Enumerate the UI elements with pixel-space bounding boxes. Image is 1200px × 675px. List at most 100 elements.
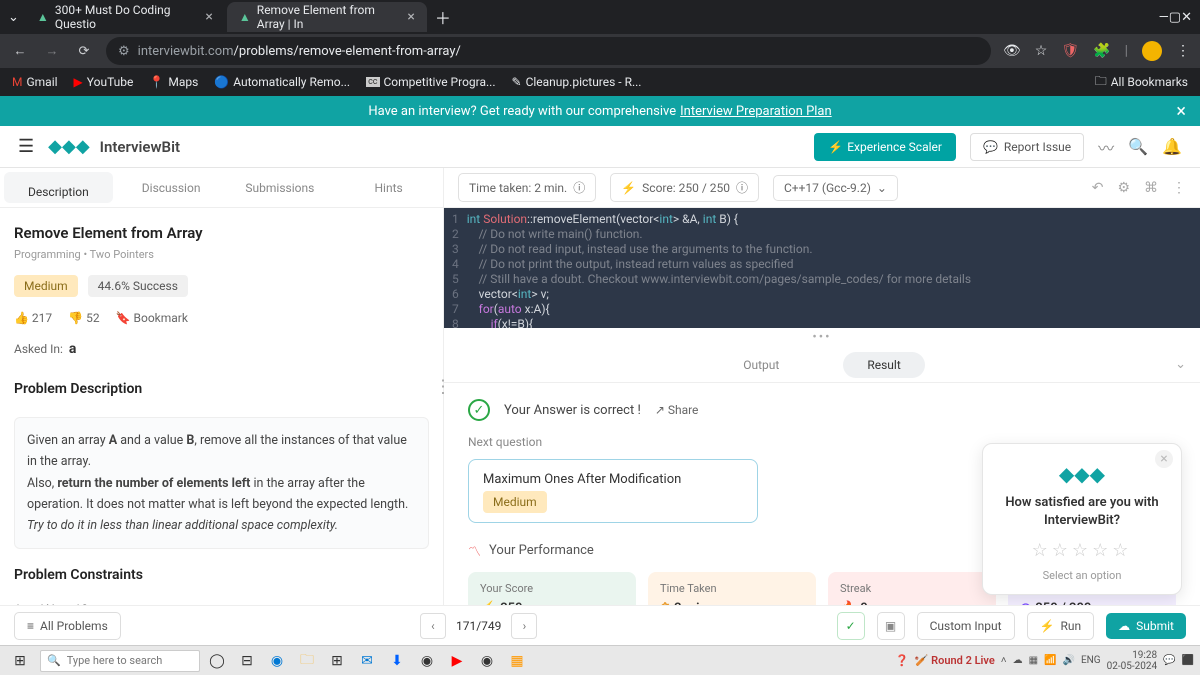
next-icon[interactable]: › <box>511 613 537 639</box>
dislikes[interactable]: 👎 52 <box>68 311 99 325</box>
activity-icon[interactable]: 〰 <box>1098 135 1114 159</box>
bookmark-button[interactable]: 🔖 Bookmark <box>116 311 188 325</box>
info-icon[interactable]: ⓘ <box>573 179 585 196</box>
app-icon[interactable]: ⊟ <box>236 650 258 672</box>
close-window-icon[interactable]: ✕ <box>1181 10 1192 25</box>
perf-time: Time Taken ⏱2 min. <box>648 572 816 605</box>
tab-discussion[interactable]: Discussion <box>117 168 226 207</box>
experience-scaler-button[interactable]: ⚡ Experience Scaler <box>814 133 956 161</box>
forward-icon[interactable]: → <box>42 43 62 59</box>
undo-icon[interactable]: ↶ <box>1092 180 1104 196</box>
run-button[interactable]: ⚡ Run <box>1027 612 1095 640</box>
store-icon[interactable]: ⊞ <box>326 650 348 672</box>
close-icon[interactable]: × <box>1155 450 1173 468</box>
bell-icon[interactable]: 🔔 <box>1162 137 1182 156</box>
youtube-icon[interactable]: ▶ <box>446 650 468 672</box>
dropbox-icon[interactable]: ⬇ <box>386 650 408 672</box>
description-text: Given an array A and a value B, remove a… <box>14 417 429 549</box>
tab-dropdown-icon[interactable]: ⌄ <box>8 10 19 25</box>
explorer-icon[interactable]: 🗀 <box>296 650 318 672</box>
bookmark-item[interactable]: ✎Cleanup.pictures - R... <box>512 75 642 89</box>
bookmarks-bar: MGmail ▶YouTube 📍Maps 🔵Automatically Rem… <box>0 68 1200 96</box>
app-icon[interactable]: ◯ <box>206 650 228 672</box>
minimize-icon[interactable]: — <box>1159 10 1169 25</box>
mail-icon[interactable]: ✉ <box>356 650 378 672</box>
tab-submissions[interactable]: Submissions <box>226 168 335 207</box>
bookmark-item[interactable]: ccCompetitive Progra... <box>366 75 495 89</box>
report-issue-button[interactable]: 💬 Report Issue <box>970 133 1084 161</box>
perf-score: Your Score ⚡250 <box>468 572 636 605</box>
bookmark-item[interactable]: 📍Maps <box>149 75 198 89</box>
prev-icon[interactable]: ‹ <box>420 613 446 639</box>
network-icon: ▦ <box>1029 655 1038 666</box>
extension-icon[interactable]: 🛡 <box>1061 43 1079 59</box>
bookmark-star-icon[interactable]: ☆ <box>1035 43 1048 59</box>
app-icon[interactable]: ◉ <box>476 650 498 672</box>
custom-input-button[interactable]: Custom Input <box>917 612 1015 640</box>
profile-avatar[interactable] <box>1142 41 1162 61</box>
close-icon[interactable]: × <box>205 9 212 25</box>
correct-text: Your Answer is correct ! <box>504 403 641 418</box>
reload-icon[interactable]: ⟳ <box>74 44 94 59</box>
command-icon[interactable]: ⌘ <box>1144 180 1158 196</box>
star-rating[interactable]: ☆☆☆☆☆ <box>995 540 1169 561</box>
constraints-heading: Problem Constraints <box>14 567 429 583</box>
terminal-icon[interactable]: ▣ <box>877 612 905 640</box>
hamburger-icon[interactable]: ☰ <box>18 136 34 157</box>
tab-hints[interactable]: Hints <box>334 168 443 207</box>
submit-button[interactable]: ☁ Submit <box>1106 613 1186 639</box>
close-icon[interactable]: × <box>407 9 414 25</box>
round2-live[interactable]: 🏏 Round 2 Live <box>915 654 995 667</box>
new-tab-button[interactable]: ＋ <box>435 5 451 29</box>
feedback-hint: Select an option <box>995 569 1169 582</box>
site-lock-icon: ⚙ <box>118 44 130 59</box>
share-button[interactable]: ↗ Share <box>655 403 699 417</box>
maximize-icon[interactable]: ▢ <box>1169 10 1181 25</box>
tab-result[interactable]: Result <box>843 352 924 378</box>
next-question-title: Maximum Ones After Modification <box>483 472 743 487</box>
bookmark-item[interactable]: 🔵Automatically Remo... <box>214 75 350 89</box>
status-ok-icon[interactable]: ✓ <box>837 612 865 640</box>
address-bar[interactable]: ⚙ interviewbit.com/problems/remove-eleme… <box>106 37 991 65</box>
taskbar-search[interactable]: 🔍 Type here to search <box>40 650 200 672</box>
tab-description[interactable]: Description <box>4 172 113 203</box>
logo-icon: ◆◆◆ <box>48 136 90 157</box>
url-host: interviewbit.com <box>138 44 234 59</box>
chrome-icon[interactable]: ◉ <box>416 650 438 672</box>
resize-handle-icon[interactable]: ••• <box>444 328 1200 347</box>
start-icon[interactable]: ⊞ <box>6 653 34 669</box>
brand-logo[interactable]: ◆◆◆ InterviewBit <box>48 136 180 157</box>
chevron-down-icon[interactable]: ⌄ <box>1175 357 1186 372</box>
settings-icon[interactable]: ⚙ <box>1117 180 1130 196</box>
chevron-down-icon: ⌄ <box>877 181 887 195</box>
banner-link[interactable]: Interview Preparation Plan <box>680 104 832 119</box>
incognito-eye-icon[interactable]: 👁 <box>1003 43 1021 59</box>
close-icon[interactable]: × <box>1176 101 1186 122</box>
help-icon[interactable]: ❓ <box>895 654 909 667</box>
all-bookmarks[interactable]: 🗀 All Bookmarks <box>1095 72 1188 93</box>
language-select[interactable]: C++17 (Gcc-9.2) ⌄ <box>773 175 898 201</box>
search-icon[interactable]: 🔍 <box>1128 137 1148 156</box>
more-icon[interactable]: ⋮ <box>1172 180 1186 196</box>
system-tray[interactable]: ˄ ☁ ▦ 📶 🔊 ENG 19:28 02-05-2024 💬 ⬛ <box>1001 650 1194 672</box>
likes[interactable]: 👍 217 <box>14 311 52 325</box>
bookmark-item[interactable]: ▶YouTube <box>74 75 134 89</box>
next-question-card[interactable]: Maximum Ones After Modification Medium <box>468 459 758 523</box>
sublime-icon[interactable]: ▦ <box>506 650 528 672</box>
bookmark-item[interactable]: MGmail <box>12 75 58 89</box>
browser-tab-active[interactable]: ▲ Remove Element from Array | In × <box>227 2 427 32</box>
clock[interactable]: 19:28 02-05-2024 <box>1107 650 1158 672</box>
address-bar-row: ← → ⟳ ⚙ interviewbit.com/problems/remove… <box>0 34 1200 68</box>
browser-tab[interactable]: ▲ 300+ Must Do Coding Questio × <box>25 2 225 32</box>
all-problems-button[interactable]: ≡ All Problems <box>14 612 121 640</box>
edge-icon[interactable]: ◉ <box>266 650 288 672</box>
extensions-icon[interactable]: 🧩 <box>1093 43 1110 59</box>
problem-panel: Description Discussion Submissions Hints… <box>0 168 444 605</box>
tab-output[interactable]: Output <box>719 352 803 378</box>
site-header: ☰ ◆◆◆ InterviewBit ⚡ Experience Scaler 💬… <box>0 126 1200 168</box>
chrome-menu-icon[interactable]: ⋮ <box>1176 43 1190 59</box>
constraint-text: 1 <= |A| <= 10⁶ <box>14 603 429 605</box>
info-icon[interactable]: ⓘ <box>736 179 748 196</box>
back-icon[interactable]: ← <box>10 43 30 59</box>
code-editor[interactable]: 12345678 int Solution::removeElement(vec… <box>444 208 1200 328</box>
